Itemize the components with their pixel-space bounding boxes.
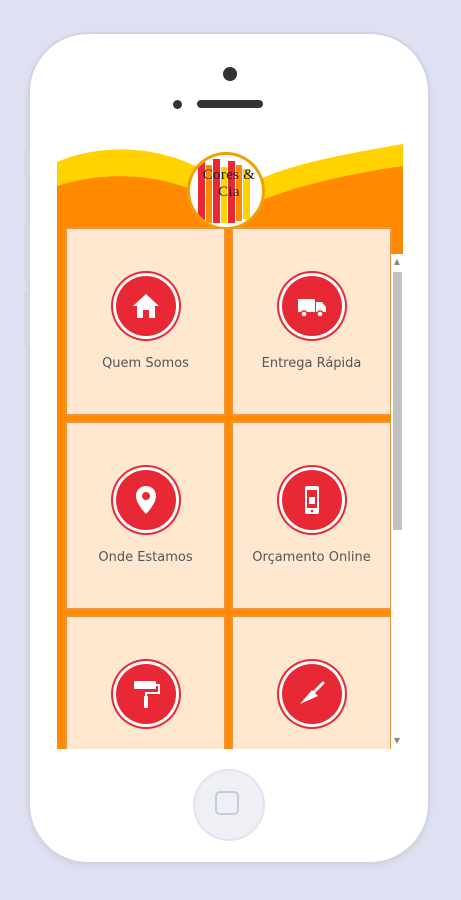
mute-switch	[24, 149, 30, 177]
scroll-thumb[interactable]	[393, 272, 402, 530]
menu-item-label: Orçamento Online	[252, 550, 371, 565]
volume-down-button	[24, 292, 30, 347]
scroll-down-arrow-icon[interactable]: ▼	[391, 735, 403, 747]
volume-up-button	[24, 224, 30, 279]
menu-item-onde-estamos[interactable]: Onde Estamos	[65, 421, 226, 610]
earpiece-speaker	[197, 100, 263, 108]
menu-item-label: Onde Estamos	[98, 550, 193, 565]
logo-text: Cores & Cia	[202, 167, 256, 200]
vertical-scrollbar[interactable]: ▲ ▼	[391, 254, 403, 749]
menu-item-label: Quem Somos	[102, 356, 189, 371]
menu-item-entrega-rapida[interactable]: Entrega Rápida	[231, 227, 392, 416]
location-pin-icon	[113, 467, 179, 533]
truck-icon	[279, 273, 345, 339]
menu-item-orcamento-online[interactable]: Orçamento Online	[231, 421, 392, 610]
menu-item-quem-somos[interactable]: Quem Somos	[65, 227, 226, 416]
app-screen: Cores & Cia Quem Somos Entrega Rápida On…	[57, 144, 403, 749]
home-icon	[113, 273, 179, 339]
home-button[interactable]	[193, 769, 265, 841]
menu-item-construcao[interactable]	[231, 615, 392, 749]
menu-item-pintura[interactable]	[65, 615, 226, 749]
trowel-icon	[279, 661, 345, 727]
proximity-sensor	[173, 100, 182, 109]
app-logo: Cores & Cia	[187, 152, 265, 230]
front-camera	[223, 67, 237, 81]
paint-roller-icon	[113, 661, 179, 727]
menu-item-label: Entrega Rápida	[261, 356, 362, 371]
menu-grid: Quem Somos Entrega Rápida Onde Estamos O…	[65, 227, 392, 749]
smartphone-icon	[279, 467, 345, 533]
home-button-square-icon	[215, 791, 239, 815]
phone-frame: Cores & Cia Quem Somos Entrega Rápida On…	[24, 34, 428, 862]
scroll-up-arrow-icon[interactable]: ▲	[391, 256, 403, 268]
